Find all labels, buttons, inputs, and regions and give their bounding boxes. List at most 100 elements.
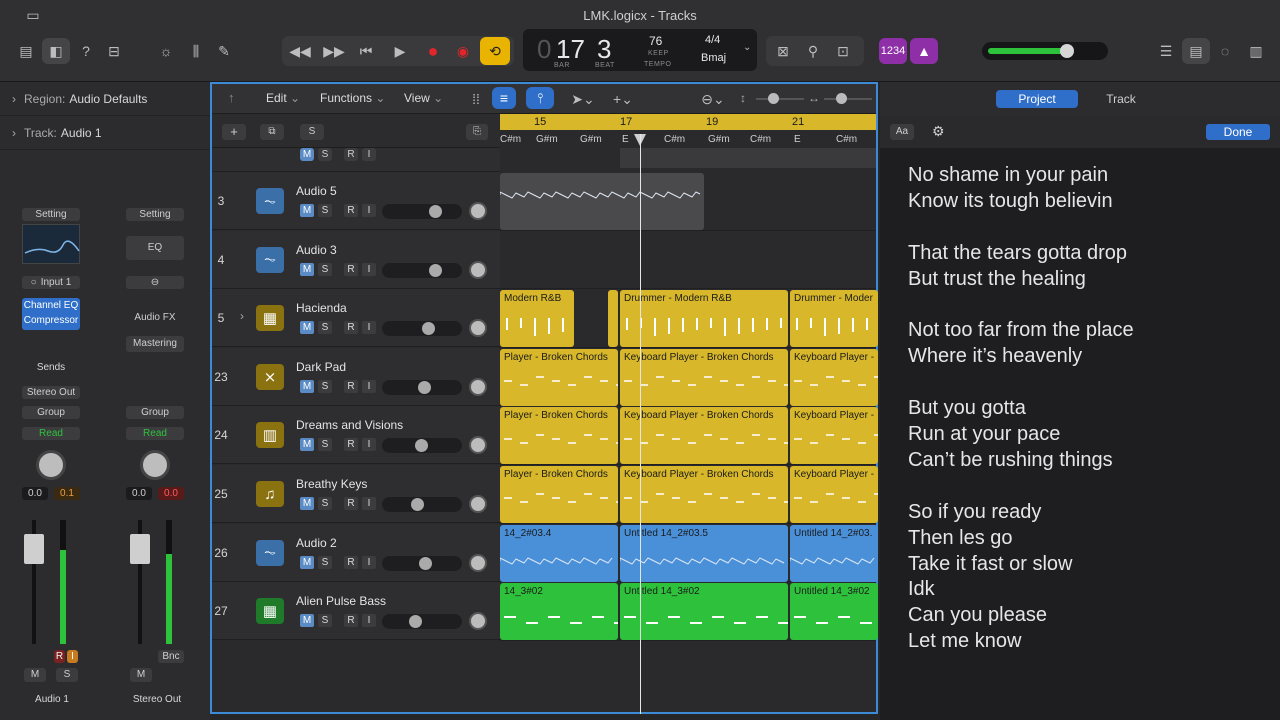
strip1-setting-button[interactable]: Setting [22,208,80,221]
loop-browser-icon[interactable]: ◌ [1211,38,1239,64]
vertical-zoom-slider[interactable] [756,93,804,104]
region[interactable]: Player - Broken Chords [500,407,618,465]
count-in-button[interactable]: 1234 [879,38,907,64]
pan-knob[interactable] [469,612,487,631]
capture-recording-icon[interactable]: ◉ [449,38,477,64]
strip2-group-slot[interactable]: Group [126,406,184,419]
duplicate-track-icon[interactable]: ⧉ [260,124,284,140]
add-track-button[interactable]: + [222,124,246,140]
master-volume-knob[interactable] [1060,44,1074,58]
help-icon[interactable]: ? [72,38,100,64]
horizontal-zoom-slider[interactable] [824,93,872,104]
input-slot[interactable]: ○ Input 1 [22,276,80,289]
region[interactable]: Keyboard Player - Broken Chords [620,466,788,523]
solo-button[interactable]: S [318,321,332,335]
list-editors-icon[interactable]: ☰ [1152,38,1180,64]
mute-button[interactable]: M [300,614,314,628]
mute-button[interactable]: M [300,555,314,569]
rewind-icon[interactable]: ◀◀ [286,38,314,64]
smart-controls-icon[interactable]: ☼ [152,38,180,64]
track-name[interactable]: Dreams and Visions [296,418,403,432]
plugin-channel-eq[interactable]: Channel EQ [22,298,80,313]
region[interactable]: Keyboard Player - [790,348,878,406]
volume-slider[interactable] [382,321,462,337]
list-view-icon[interactable]: ≡ [492,87,516,109]
font-button[interactable]: Aa [890,124,914,140]
volume-knob[interactable] [422,322,435,336]
tab-track[interactable]: Track [1080,90,1162,108]
record-button[interactable]: R [344,204,358,217]
region[interactable]: Untitled 14_2#03.5 [620,524,788,582]
region[interactable]: Keyboard Player - Broken Chords [620,407,788,465]
record-button[interactable]: R [344,555,358,569]
disclosure-icon[interactable]: › [240,309,244,323]
track-row[interactable]: 5 › ▦ Hacienda M S R I [212,289,500,348]
strip1-name[interactable]: Audio 1 [0,694,104,705]
drum-machine-icon[interactable]: ▦ [256,305,284,332]
record-icon[interactable]: ● [419,38,447,64]
synth-pad-icon[interactable]: ⨯ [256,363,284,390]
record-button[interactable]: R [344,497,358,510]
pan-knob[interactable] [469,377,487,396]
editors-icon[interactable]: ✎ [210,38,238,64]
pencil-tool-icon[interactable]: +⌄ [608,86,638,112]
cycle-icon[interactable]: ⟲ [480,37,510,65]
volume-fader[interactable] [24,534,44,564]
grid-view-icon[interactable]: ⁞⁞ [464,86,488,112]
mixer-icon[interactable]: ⫼ [182,38,210,64]
notepad-icon[interactable]: ▤ [1182,38,1210,64]
track-name[interactable]: Alien Pulse Bass [296,594,386,608]
region[interactable]: Drummer - Modern R&B [620,290,788,348]
volume-slider[interactable] [382,204,462,219]
region[interactable]: Drummer - Moder [790,290,878,348]
play-icon[interactable]: ▶ [386,38,414,64]
track-row[interactable]: 25 ♫ Breathy Keys M S R I [212,465,500,523]
region-inspector-header[interactable]: › Region: Audio Defaults [0,82,210,116]
lcd-dropdown-icon[interactable]: ⌄ [743,42,751,53]
input-button[interactable]: I [362,497,376,510]
volume-slider[interactable] [382,379,462,395]
pan-knob[interactable] [469,436,487,455]
solo-button[interactable]: S [318,497,332,510]
volume-slider[interactable] [382,497,462,512]
synth-icon[interactable]: ▦ [256,598,284,625]
strip2-name[interactable]: Stereo Out [104,694,210,705]
library-icon[interactable]: ▤ [12,38,40,64]
browser-icon[interactable]: ▥ [1242,38,1270,64]
track-row[interactable]: 27 ▦ Alien Pulse Bass M S R I [212,582,500,641]
track-name[interactable]: Dark Pad [296,360,346,374]
automation-icon[interactable]: ⊖⌄ [698,86,728,112]
tab-project[interactable]: Project [996,90,1078,108]
region[interactable]: Modern R&B [500,290,574,348]
volume-knob[interactable] [429,263,442,277]
input-format-icon[interactable]: ○ [31,277,37,288]
volume-slider[interactable] [382,438,462,454]
track-row[interactable]: 24 ▥ Dreams and Visions M S R I [212,406,500,465]
sends-label[interactable]: Sends [22,362,80,373]
track-name[interactable]: Audio 3 [296,243,337,257]
pan-knob[interactable] [36,450,66,480]
record-button[interactable]: R [344,379,358,393]
disclosure-icon[interactable]: › [12,126,16,140]
pan-knob[interactable] [469,495,487,513]
functions-menu[interactable]: Functions ⌄ [320,91,385,105]
record-button[interactable]: R [344,438,358,452]
track-lane[interactable] [500,230,876,290]
region[interactable]: Keyboard Player - [790,407,878,465]
volume-slider[interactable] [382,262,462,278]
region-partial[interactable] [620,148,876,168]
strip2-eq-slot[interactable]: EQ [126,236,184,260]
strip2-pan-knob[interactable] [140,450,170,480]
replace-icon[interactable]: ⊠ [769,38,797,64]
pan-knob[interactable] [469,202,487,220]
region[interactable]: 14_3#02 [500,583,618,641]
mute-button[interactable]: M [300,204,314,217]
strip2-automation-mode[interactable]: Read [126,427,184,440]
volume-knob[interactable] [429,205,442,218]
plugin-compressor[interactable]: Compressor [22,313,80,328]
track-row[interactable]: 26 ⏦ Audio 2 MSRI [212,523,500,582]
waveform-icon[interactable]: ⏦ [256,246,284,273]
master-volume-slider[interactable] [982,42,1108,60]
eq-thumbnail[interactable] [22,224,80,264]
region[interactable] [500,173,704,230]
